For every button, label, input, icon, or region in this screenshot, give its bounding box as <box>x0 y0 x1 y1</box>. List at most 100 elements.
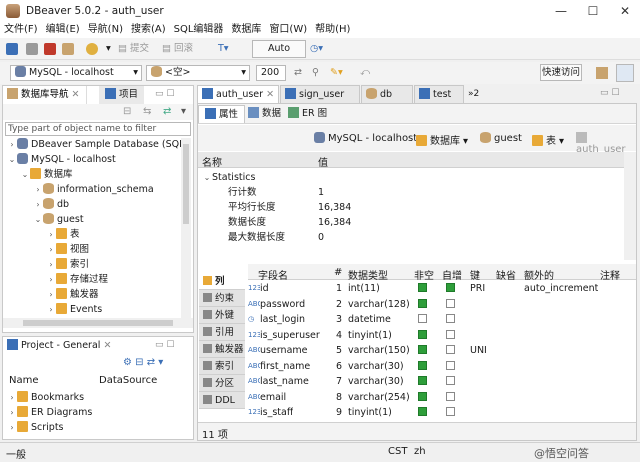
header-comment[interactable]: 注释 <box>600 267 620 282</box>
perspective-icon[interactable] <box>596 65 608 81</box>
tree-item[interactable]: › db <box>33 197 69 212</box>
minimize-button[interactable]: — <box>546 0 576 22</box>
checkbox-checked-icon[interactable] <box>418 391 427 401</box>
transaction-mode-icon[interactable]: T▾ <box>218 41 229 57</box>
project-item-bookmarks[interactable]: › Bookmarks <box>7 390 84 405</box>
column-row[interactable]: 123 id 1 int(11) PRI auto_increment <box>248 281 636 296</box>
checkbox-checked-icon[interactable] <box>418 376 427 385</box>
header-key[interactable]: 键 <box>470 267 480 282</box>
tree-item[interactable]: ⌄ MySQL - localhost <box>7 152 116 167</box>
history-icon[interactable]: ◷▾ <box>310 41 323 57</box>
checkbox-empty-icon[interactable] <box>446 314 455 323</box>
dbeaver-perspective-icon[interactable] <box>616 64 634 82</box>
minimize-icon[interactable]: ▭ ☐ <box>155 340 174 350</box>
property-row[interactable]: 数据长度 16,384 <box>198 215 624 230</box>
column-row[interactable]: ABC username 5 varchar(150) UNI <box>248 343 636 358</box>
header-not-null[interactable]: 非空 <box>414 267 434 282</box>
header-field-name[interactable]: 字段名 <box>258 267 288 282</box>
side-tab[interactable]: 触发器 <box>199 341 245 358</box>
subtab-data[interactable]: 数据 <box>242 105 287 123</box>
checkbox-checked-icon[interactable] <box>418 329 427 339</box>
checkbox-empty-icon[interactable] <box>446 360 455 370</box>
new-connection-icon[interactable] <box>6 41 18 57</box>
active-connection-select[interactable]: MySQL - localhost ▾ <box>10 65 142 81</box>
checkbox-empty-icon[interactable] <box>446 345 455 354</box>
side-tab[interactable]: 分区 <box>199 375 245 392</box>
checkbox-checked-icon[interactable] <box>418 407 427 416</box>
tab-database-navigator[interactable]: 数据库导航 ✕ <box>3 86 87 104</box>
pin-icon[interactable]: ✎▾ <box>330 65 343 81</box>
chevron-down-icon[interactable]: ⌄ <box>20 167 30 182</box>
tree-item[interactable]: ⌄ guest <box>33 212 84 227</box>
scrollbar-thumb[interactable] <box>23 320 173 326</box>
scrollbar-thumb[interactable] <box>183 144 189 224</box>
minimize-icon[interactable]: ▭ ☐ <box>155 89 174 99</box>
tab-projects[interactable]: 项目 <box>99 86 145 104</box>
tree-item[interactable]: › 视图 <box>46 242 89 257</box>
tree-item[interactable]: › 表 <box>46 227 80 242</box>
menu-edit[interactable]: 编辑(E) <box>42 22 84 38</box>
close-icon[interactable]: ✕ <box>72 89 80 100</box>
more-tabs-button[interactable]: »2 <box>468 89 479 99</box>
column-row[interactable]: ABC first_name 6 varchar(30) <box>248 359 636 374</box>
chevron-right-icon[interactable]: › <box>7 137 17 152</box>
chevron-right-icon[interactable]: › <box>46 287 56 302</box>
tab-db[interactable]: db <box>361 85 413 103</box>
checkbox-empty-icon[interactable] <box>446 407 455 416</box>
minimize-icon[interactable]: ▭ ☐ <box>600 88 619 98</box>
navigator-scrollbar[interactable] <box>181 138 191 318</box>
breadcrumb-type[interactable]: 表 ▾ <box>532 132 564 147</box>
disconnect-icon[interactable] <box>44 41 56 57</box>
settings-icon[interactable]: ⚙ ⊟ ⇄ ▾ <box>123 357 163 368</box>
close-icon[interactable]: ✕ <box>266 89 274 100</box>
chevron-right-icon[interactable]: › <box>46 242 56 257</box>
result-limit-input[interactable]: 200 <box>256 65 286 81</box>
property-row[interactable]: 行计数 1 <box>198 185 624 200</box>
checkbox-checked-icon[interactable] <box>446 283 455 292</box>
column-row[interactable]: ◷ last_login 3 datetime <box>248 312 636 327</box>
property-row[interactable]: 最大数据长度 0 <box>198 230 624 245</box>
header-auto-increment[interactable]: 自增 <box>442 267 462 282</box>
navigator-filter-input[interactable]: Type part of object name to filter <box>5 122 191 136</box>
breadcrumb-schema[interactable]: guest <box>480 132 522 144</box>
side-tab[interactable]: 索引 <box>199 358 245 375</box>
maximize-button[interactable]: ☐ <box>578 0 608 22</box>
navigator-hscrollbar[interactable] <box>3 318 193 328</box>
menu-help[interactable]: 帮助(H) <box>311 22 354 38</box>
active-schema-select[interactable]: <空> ▾ <box>146 65 250 81</box>
column-row[interactable]: ABC password 2 varchar(128) <box>248 297 636 312</box>
column-row[interactable]: ABC email 8 varchar(254) <box>248 390 636 405</box>
commit-button[interactable]: ▤ 提交 <box>118 41 149 57</box>
project-item-er-diagrams[interactable]: › ER Diagrams <box>7 405 92 420</box>
checkbox-empty-icon[interactable] <box>446 329 455 339</box>
header-data-type[interactable]: 数据类型 <box>348 267 388 282</box>
checkbox-empty-icon[interactable] <box>418 314 427 323</box>
checkbox-checked-icon[interactable] <box>418 298 427 308</box>
quick-access-button[interactable]: 快速访问 <box>540 64 582 81</box>
menu-file[interactable]: 文件(F) <box>0 22 42 38</box>
tree-item[interactable]: › information_schema <box>33 182 154 197</box>
side-tab[interactable]: DDL <box>199 392 245 409</box>
side-tab[interactable]: 外键 <box>199 307 245 324</box>
menu-database[interactable]: 数据库 <box>227 22 265 38</box>
menu-navigate[interactable]: 导航(N) <box>84 22 127 38</box>
column-row[interactable]: 123 is_superuser 4 tinyint(1) <box>248 328 636 343</box>
statistics-group[interactable]: ⌄ Statistics <box>202 170 256 185</box>
chevron-right-icon[interactable]: › <box>46 227 56 242</box>
tree-item[interactable]: ⌄ 数据库 <box>20 167 73 182</box>
tab-test[interactable]: test <box>414 85 464 103</box>
checkbox-empty-icon[interactable] <box>446 376 455 385</box>
tree-item[interactable]: › DBeaver Sample Database (SQLit <box>7 137 181 152</box>
chevron-right-icon[interactable]: › <box>33 197 43 212</box>
props-scrollbar[interactable] <box>624 152 636 260</box>
rollback-button[interactable]: ▤ 回滚 <box>162 41 193 57</box>
menu-sql-editor[interactable]: SQL编辑器 <box>170 22 228 38</box>
property-row[interactable]: 平均行长度 16,384 <box>198 200 624 215</box>
side-tab[interactable]: 约束 <box>199 290 245 307</box>
checkbox-empty-icon[interactable] <box>446 391 455 401</box>
connect-icon[interactable] <box>26 41 38 57</box>
menu-window[interactable]: 窗口(W) <box>265 22 311 38</box>
tree-item[interactable]: › Events <box>46 302 102 317</box>
header-ordinal[interactable]: # <box>334 267 342 278</box>
format-icon[interactable]: ⇄ <box>294 65 302 81</box>
